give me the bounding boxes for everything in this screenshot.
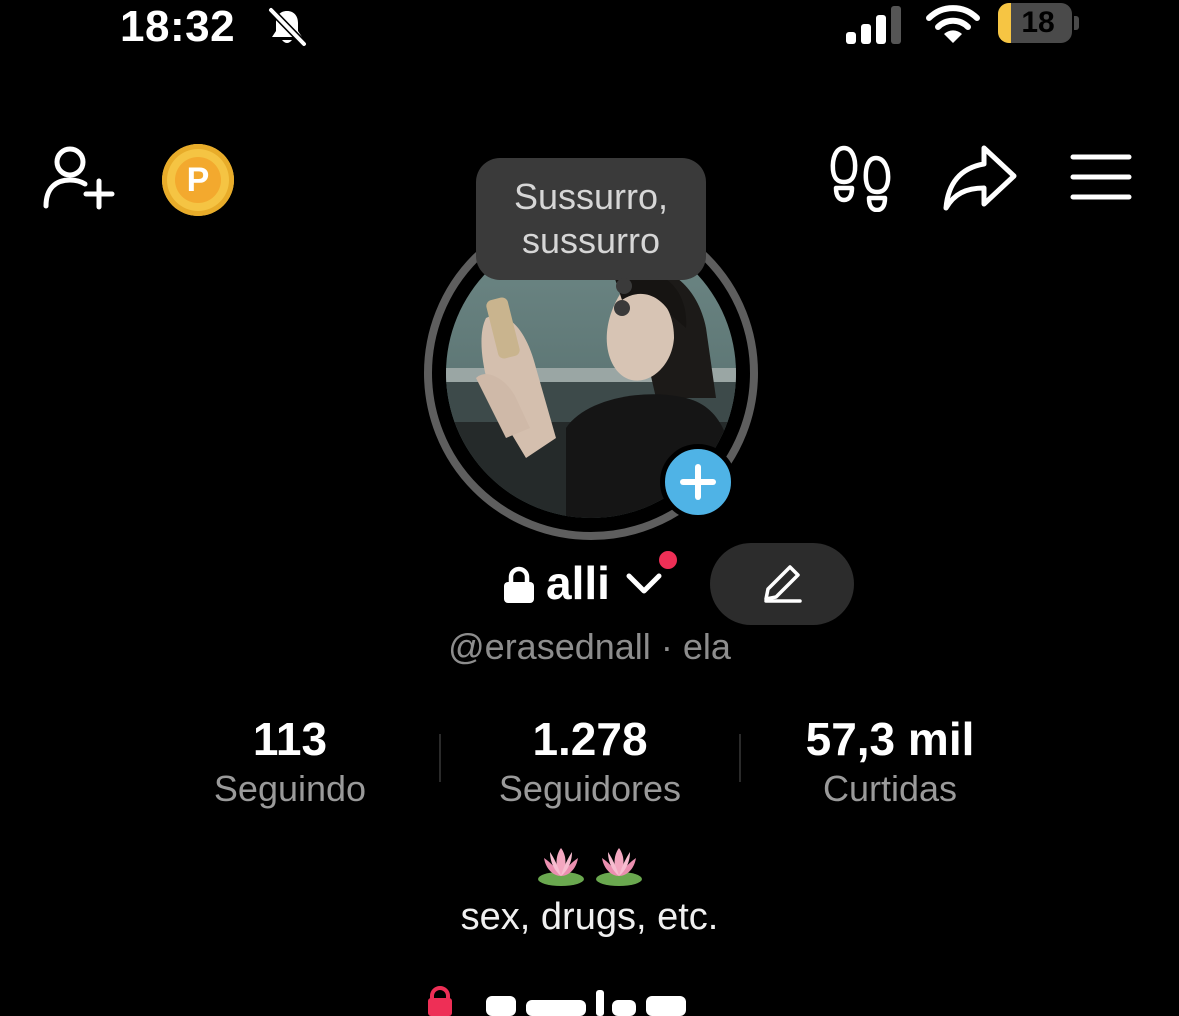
battery-cap: [1074, 16, 1079, 30]
bubble-tail-dot: [616, 278, 632, 294]
edit-profile-button[interactable]: [710, 543, 854, 625]
menu-icon[interactable]: [1070, 152, 1132, 202]
cellular-signal-icon: [846, 6, 901, 44]
wifi-icon: [926, 5, 980, 43]
stat-likes-label: Curtidas: [822, 768, 958, 809]
battery-icon: 18: [998, 3, 1072, 43]
share-icon[interactable]: [942, 142, 1018, 214]
notification-dot: [656, 548, 680, 572]
note-line-1: Sussurro,: [513, 176, 669, 217]
chevron-down-icon[interactable]: [624, 570, 664, 598]
note-line-2: sussurro: [521, 220, 661, 261]
lotus-emoji-icon: [538, 848, 642, 886]
add-friend-icon[interactable]: [40, 142, 116, 214]
profile-pronouns: ela: [682, 626, 731, 667]
bell-muted-icon: [268, 7, 307, 47]
stat-divider: [439, 734, 441, 782]
pencil-icon: [764, 565, 802, 603]
stat-followers[interactable]: 1.278 Seguidores: [460, 712, 720, 812]
footprints-icon[interactable]: [828, 144, 894, 212]
add-story-button[interactable]: [660, 444, 736, 520]
stat-likes-value: 57,3 mil: [805, 713, 975, 765]
bubble-tail-dot-small: [614, 300, 630, 316]
coin-icon[interactable]: P: [162, 144, 234, 216]
bio-text: sex, drugs, etc.: [460, 896, 719, 938]
battery-level: 18: [1021, 6, 1055, 39]
bottom-link-peek: [428, 986, 686, 1016]
stat-followers-value: 1.278: [532, 713, 648, 765]
stat-likes[interactable]: 57,3 mil Curtidas: [760, 712, 1020, 812]
handle-separator: ·: [660, 626, 673, 667]
coin-letter: P: [175, 157, 221, 203]
plus-icon: [680, 464, 716, 500]
profile-name[interactable]: alli: [546, 556, 610, 610]
stat-following-label: Seguindo: [213, 768, 367, 809]
profile-handle: @erasednall: [448, 626, 651, 667]
stat-divider: [739, 734, 741, 782]
note-bubble[interactable]: Sussurro, sussurro: [476, 158, 706, 280]
lock-icon: [504, 566, 534, 603]
stat-following-value: 113: [252, 713, 328, 765]
status-time: 18:32: [120, 2, 236, 51]
profile-handle-row: @erasednall · ela: [0, 626, 1179, 668]
stat-following[interactable]: 113 Seguindo: [160, 712, 420, 812]
stat-followers-label: Seguidores: [498, 768, 682, 809]
